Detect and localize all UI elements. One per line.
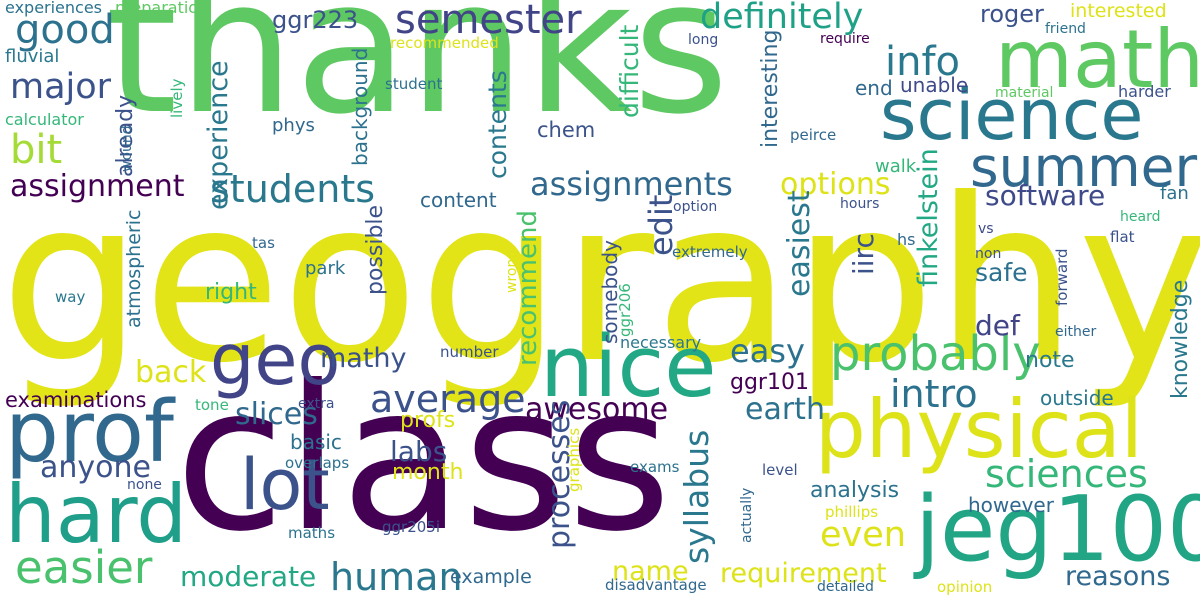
word-park: park xyxy=(305,258,346,279)
word-even: even xyxy=(820,515,906,555)
word-maths: maths xyxy=(288,524,336,542)
word-profs: profs xyxy=(400,408,456,433)
word-actually: actually xyxy=(739,487,755,543)
word-peirce: peirce xyxy=(790,126,837,144)
word-flat: flat xyxy=(1110,228,1135,246)
word-fan: fan xyxy=(1160,183,1189,204)
word-ggr101: ggr101 xyxy=(730,370,809,395)
word-way: way xyxy=(55,288,86,306)
word-earth: earth xyxy=(745,392,825,427)
word-safe: safe xyxy=(975,258,1028,287)
word-none: none xyxy=(127,477,162,493)
word-either: either xyxy=(1055,324,1097,340)
word-necessary: necessary xyxy=(620,333,702,352)
word-calculator: calculator xyxy=(5,110,84,129)
word-outside: outside xyxy=(1040,386,1114,410)
word-hours: hours xyxy=(840,196,880,212)
word-opinion: opinion xyxy=(937,578,993,596)
word-ggr205i: ggr205i xyxy=(382,518,441,536)
word-moderate: moderate xyxy=(180,560,317,593)
word-require: require xyxy=(820,31,870,47)
word-harder: harder xyxy=(1118,82,1171,101)
word-ggr223: ggr223 xyxy=(272,6,359,34)
word-edit: edit xyxy=(642,194,680,256)
word-cloud: thanks geography class science physical math s… xyxy=(0,0,1200,600)
word-end: end xyxy=(855,76,893,100)
word-interested: interested xyxy=(1070,0,1167,22)
word-contents: contents xyxy=(483,70,512,179)
word-finkelstein: finkelstein xyxy=(913,148,944,287)
word-possible: possible xyxy=(363,204,388,295)
word-month: month xyxy=(392,460,464,485)
word-number: number xyxy=(440,343,499,361)
word-right: right xyxy=(205,280,257,305)
word-interesting: interesting xyxy=(758,29,783,148)
word-heard: heard xyxy=(1120,209,1161,225)
word-easy: easy xyxy=(730,332,805,370)
word-detailed: detailed xyxy=(817,579,874,595)
word-human: human xyxy=(330,555,463,599)
word-easiest: easiest xyxy=(782,190,817,297)
word-experience: experience xyxy=(203,60,234,210)
word-however: however xyxy=(968,493,1054,517)
word-students: students xyxy=(210,167,376,211)
word-major: major xyxy=(10,67,112,107)
word-background: background xyxy=(348,47,372,166)
word-difficult: difficult xyxy=(615,24,644,118)
word-iirc: iirc xyxy=(847,233,880,275)
word-unable: unable xyxy=(900,73,969,97)
word-example: example xyxy=(450,566,532,588)
word-analysis: analysis xyxy=(810,478,900,503)
word-overlaps: overlaps xyxy=(285,454,350,472)
word-assignment: assignment xyxy=(10,169,185,204)
word-phillips: phillips xyxy=(825,503,879,521)
word-easier: easier xyxy=(15,541,153,594)
word-exams: exams xyxy=(630,458,680,476)
word-knowledge: knowledge xyxy=(1168,279,1193,399)
word-phys: phys xyxy=(272,115,315,136)
word-extra: extra xyxy=(298,396,335,412)
word-experiences: experiences xyxy=(5,0,103,17)
word-walk: walk xyxy=(875,156,917,177)
word-back: back xyxy=(135,355,207,390)
word-assignments: assignments xyxy=(530,165,733,203)
word-syllabus: syllabus xyxy=(677,429,716,564)
word-extremely: extremely xyxy=(672,243,748,261)
word-lively: lively xyxy=(168,78,186,119)
word-software: software xyxy=(985,179,1106,212)
word-non: non xyxy=(975,246,1002,262)
word-sciences: sciences xyxy=(985,452,1148,496)
word-examinations: examinations xyxy=(5,388,147,412)
word-student: student xyxy=(385,75,443,93)
word-preparation: preparation xyxy=(115,0,209,17)
word-reasons: reasons xyxy=(1065,561,1171,592)
word-intro: intro xyxy=(890,372,978,416)
word-ggr206: ggr206 xyxy=(616,283,634,337)
word-disadvantage: disadvantage xyxy=(605,576,707,594)
word-material: material xyxy=(995,85,1054,101)
word-level: level xyxy=(762,461,798,479)
word-bit: bit xyxy=(10,127,63,173)
word-friend: friend xyxy=(1045,21,1086,37)
word-atmospheric: atmospheric xyxy=(123,209,145,328)
word-long: long xyxy=(688,32,719,48)
word-wound: wound xyxy=(119,125,135,172)
word-def: def xyxy=(975,309,1020,342)
word-roger: roger xyxy=(980,0,1044,28)
word-content: content xyxy=(420,188,497,212)
word-note: note xyxy=(1025,348,1075,373)
word-mathy: mathy xyxy=(320,343,407,374)
word-tas: tas xyxy=(252,234,275,252)
word-tone: tone xyxy=(195,396,229,414)
word-recommended: recommended xyxy=(390,34,499,52)
word-basic: basic xyxy=(290,430,342,454)
word-fluvial: fluvial xyxy=(5,46,60,67)
word-wrong: wrong xyxy=(504,249,520,293)
word-vs: vs xyxy=(978,221,994,237)
word-graphics: graphics xyxy=(565,427,583,492)
word-forward: forward xyxy=(1053,248,1071,306)
word-chem: chem xyxy=(537,118,596,142)
